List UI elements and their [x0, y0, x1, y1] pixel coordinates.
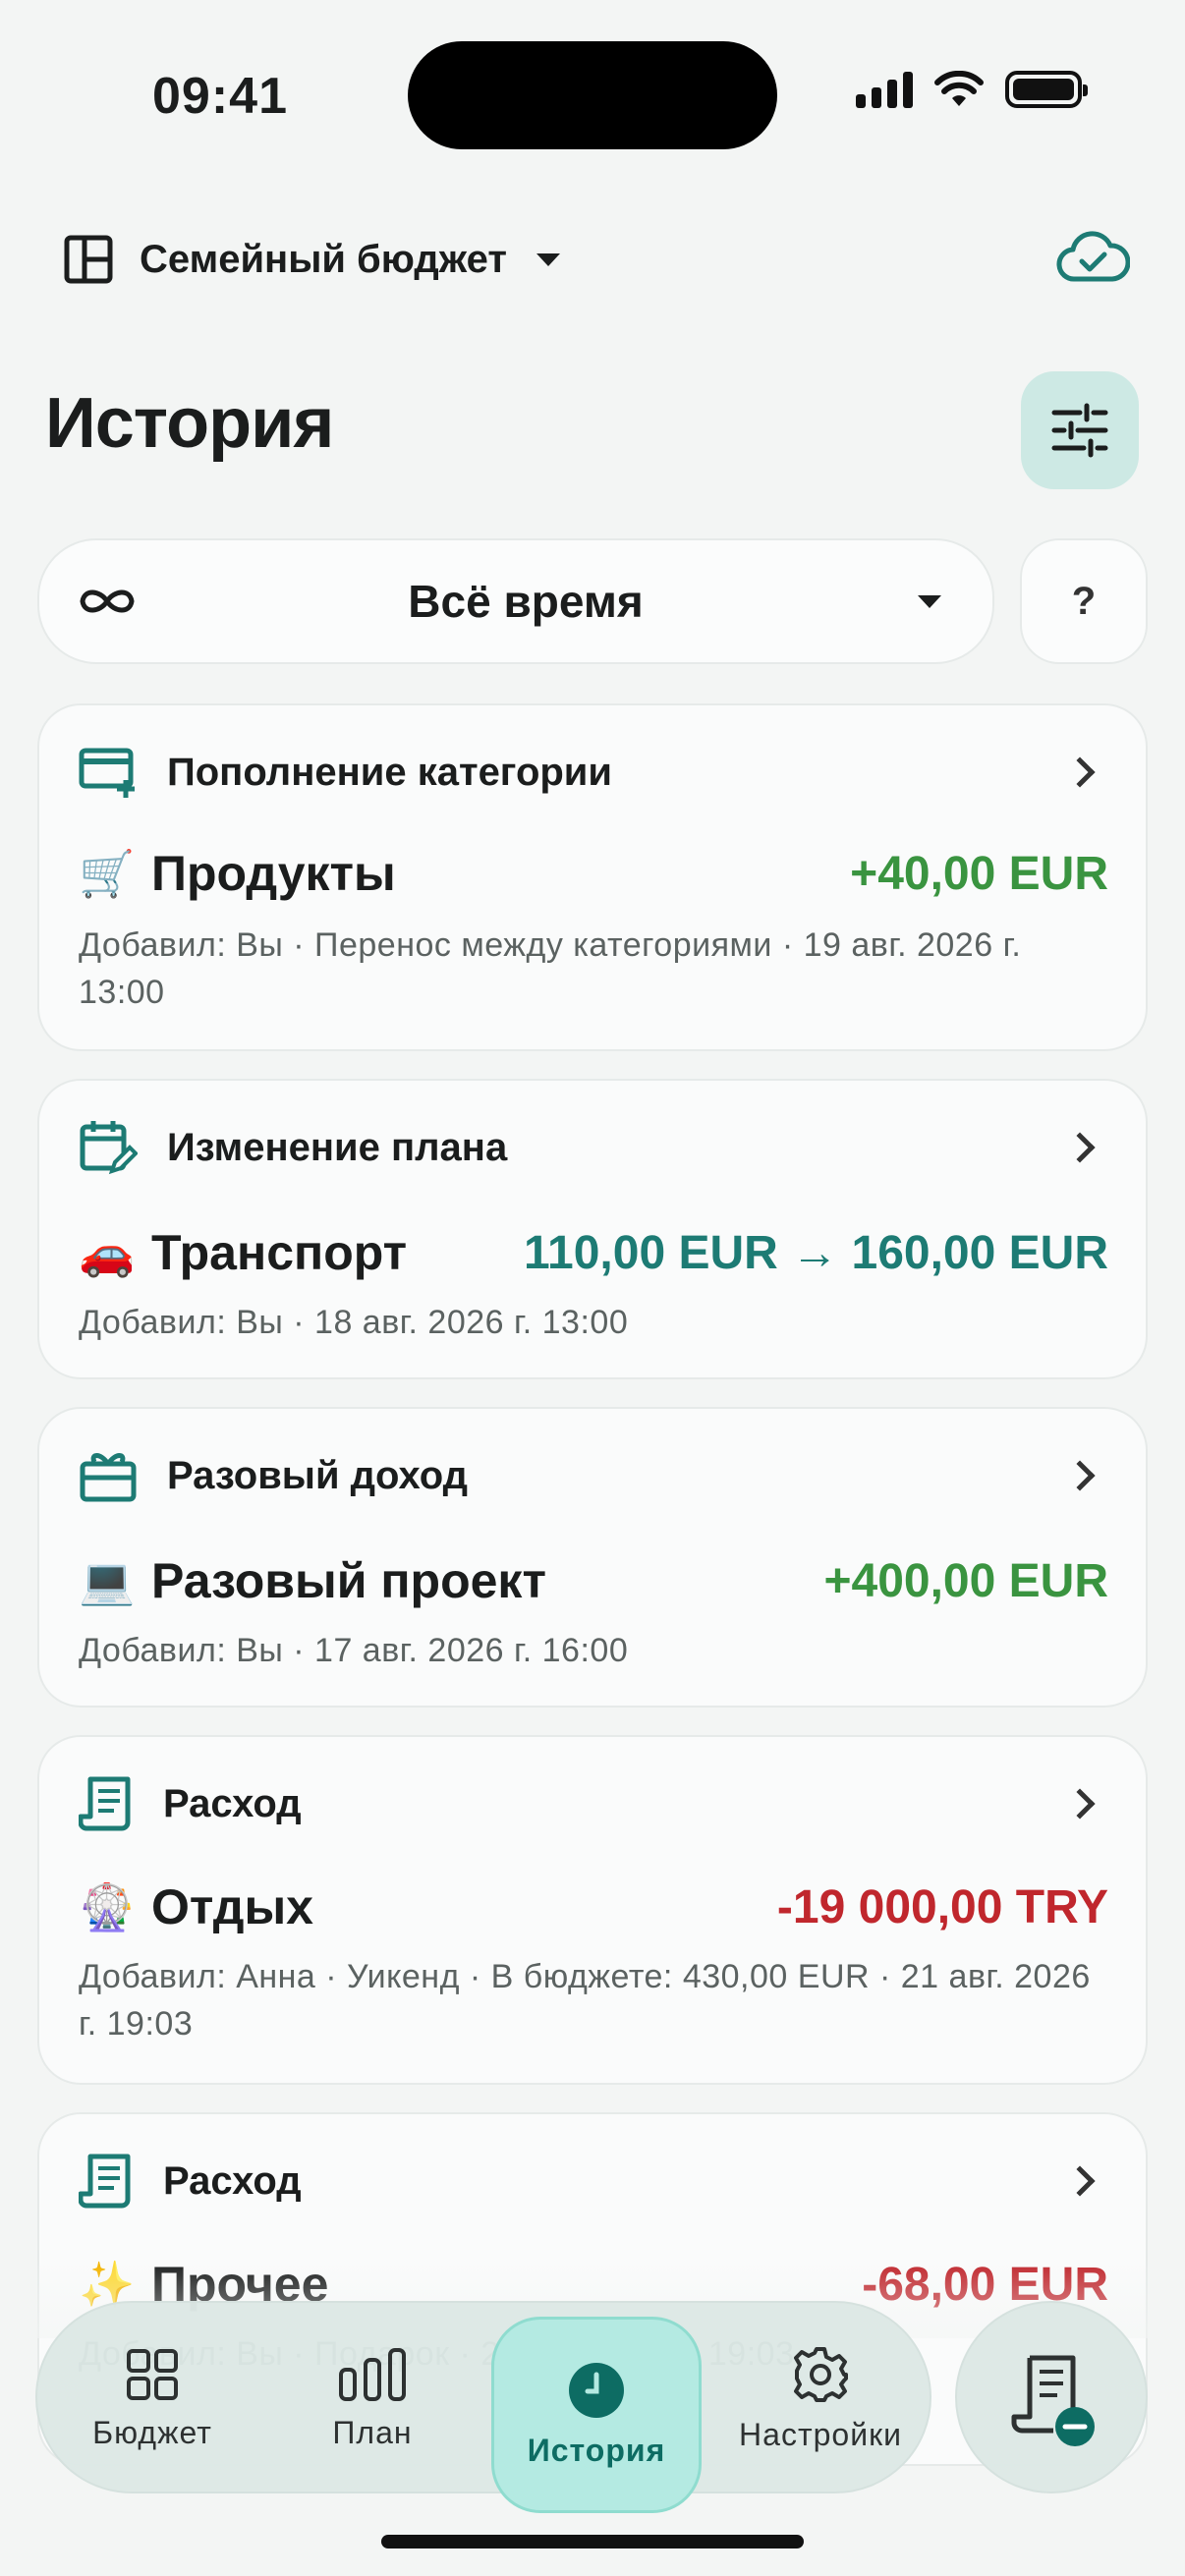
receipt-icon	[79, 1776, 131, 1831]
entry-type: Разовый доход	[167, 1453, 469, 1497]
nav-label: План	[332, 2414, 413, 2450]
entry-category: Транспорт	[151, 1225, 408, 1280]
wifi-icon	[934, 71, 984, 106]
entry-type: Пополнение категории	[167, 750, 612, 794]
period-label: Всё время	[408, 576, 644, 627]
cloud-synced-icon[interactable]	[1055, 228, 1130, 287]
history-card[interactable]: Изменение плана 🚗 Транспорт 110,00 EUR →…	[37, 1079, 1148, 1379]
calendar-edit-icon	[80, 1121, 138, 1175]
card-header: Расход	[79, 1774, 1099, 1833]
entry-meta: Добавил: Вы · 17 авг. 2026 г. 16:00	[79, 1632, 629, 1669]
chevron-right-icon	[1064, 2165, 1096, 2197]
card-header: Разовый доход	[79, 1446, 1099, 1505]
gear-icon	[794, 2346, 848, 2402]
grid-icon	[127, 2348, 178, 2400]
category-emoji-icon: 🎡	[79, 1879, 136, 1933]
card-header: Расход	[79, 2152, 1099, 2211]
layout-icon	[64, 235, 113, 284]
chevron-right-icon	[1064, 756, 1096, 788]
entry-main: 🎡 Отдых -19 000,00 TRY	[79, 1878, 1108, 1935]
home-indicator	[381, 2535, 804, 2548]
category-emoji-icon: 🛒	[79, 846, 136, 900]
history-screen: 09:41 Семейный бюджет История Всё время …	[0, 0, 1185, 2576]
clock-icon	[569, 2362, 624, 2418]
receipt-minus-icon	[1011, 2355, 1095, 2446]
nav-label: Настройки	[739, 2416, 902, 2452]
category-emoji-icon: 💻	[79, 1553, 136, 1607]
entry-main: 🛒 Продукты +40,00 EUR	[79, 845, 1108, 902]
history-card[interactable]: Пополнение категории 🛒 Продукты +40,00 E…	[37, 703, 1148, 1051]
entry-category: Продукты	[151, 846, 396, 901]
nav-budget[interactable]: Бюджет	[49, 2303, 255, 2495]
nav-label: Бюджет	[92, 2414, 212, 2450]
entry-meta: Добавил: Вы · Перенос между категориями …	[79, 926, 1022, 1011]
card-header: Изменение плана	[79, 1118, 1099, 1177]
budget-selector[interactable]: Семейный бюджет	[63, 234, 560, 285]
entry-amount: +40,00 EUR	[850, 847, 1108, 900]
entry-amount: -19 000,00 TRY	[776, 1880, 1108, 1933]
entry-main: 💻 Разовый проект +400,00 EUR	[79, 1552, 1108, 1609]
budget-name: Семейный бюджет	[140, 237, 507, 281]
dropdown-caret-icon	[536, 252, 560, 266]
help-button[interactable]: ?	[1020, 538, 1148, 664]
nav-settings[interactable]: Настройки	[717, 2303, 924, 2495]
receipt-icon	[79, 2154, 131, 2209]
cellular-signal-icon	[856, 71, 913, 108]
dropdown-caret-icon	[918, 594, 941, 608]
chevron-right-icon	[1064, 1788, 1096, 1820]
card-header: Пополнение категории	[79, 743, 1099, 802]
gift-icon	[80, 1453, 137, 1502]
period-selector[interactable]: Всё время	[37, 538, 994, 664]
status-time: 09:41	[152, 68, 288, 125]
entry-category: Разовый проект	[151, 1553, 546, 1608]
entry-type: Расход	[163, 2158, 302, 2203]
add-expense-button[interactable]	[955, 2301, 1148, 2493]
nav-label: История	[527, 2432, 666, 2468]
category-emoji-icon: 🚗	[79, 1225, 136, 1279]
card-add-icon	[79, 748, 135, 798]
bottom-nav: Бюджет План История Настройки	[35, 2301, 931, 2513]
entry-type: Изменение плана	[167, 1125, 508, 1169]
chevron-right-icon	[1064, 1460, 1096, 1491]
entry-type: Расход	[163, 1781, 302, 1825]
history-card[interactable]: Расход 🎡 Отдых -19 000,00 TRY Добавил: А…	[37, 1735, 1148, 2085]
infinity-icon	[80, 589, 135, 613]
status-icons	[856, 71, 1088, 108]
entry-meta: Добавил: Анна · Уикенд · В бюджете: 430,…	[79, 1958, 1091, 2043]
filter-button[interactable]	[1021, 371, 1139, 489]
nav-plan[interactable]: План	[269, 2303, 476, 2495]
history-card[interactable]: Разовый доход 💻 Разовый проект +400,00 E…	[37, 1407, 1148, 1708]
sliders-icon	[1051, 403, 1108, 458]
battery-icon	[1005, 71, 1088, 108]
nav-history[interactable]: История	[491, 2317, 702, 2513]
entry-category: Отдых	[151, 1879, 313, 1934]
entry-amount: 110,00 EUR → 160,00 EUR	[523, 1226, 1108, 1279]
dynamic-island	[408, 41, 777, 149]
entry-amount: +400,00 EUR	[823, 1554, 1108, 1607]
bar-chart-icon	[339, 2347, 406, 2401]
entry-meta: Добавил: Вы · 18 авг. 2026 г. 13:00	[79, 1304, 629, 1341]
page-title: История	[45, 384, 334, 463]
chevron-right-icon	[1064, 1132, 1096, 1163]
entry-main: 🚗 Транспорт 110,00 EUR → 160,00 EUR	[79, 1224, 1108, 1281]
